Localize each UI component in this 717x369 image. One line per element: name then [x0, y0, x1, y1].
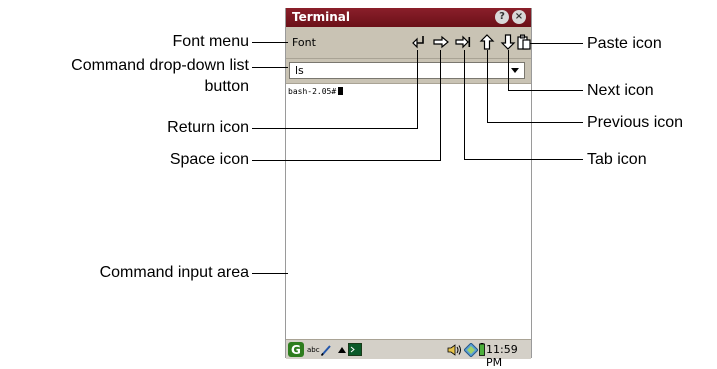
svg-text:G: G: [291, 343, 301, 357]
callout-line-return-v: [417, 50, 418, 129]
terminal-prompt: bash-2.05#: [288, 87, 344, 96]
callout-line-next-v: [508, 50, 509, 91]
command-dropdown-button[interactable]: [508, 64, 522, 78]
up-arrow-icon[interactable]: [338, 342, 346, 357]
space-icon[interactable]: [432, 33, 450, 51]
callout-line-next-h: [508, 90, 583, 91]
callout-line-font-menu: [252, 42, 288, 43]
callout-line-command-input-area: [252, 273, 288, 274]
toolbar: Font: [286, 27, 531, 59]
text-cursor: [338, 87, 344, 95]
command-bar: [286, 59, 531, 84]
callout-paste-icon: Paste icon: [587, 35, 662, 52]
terminal-app-icon[interactable]: [348, 342, 362, 357]
input-method-label: abc: [307, 345, 320, 354]
callout-line-space-h: [252, 160, 441, 161]
callout-next-icon: Next icon: [587, 82, 654, 99]
volume-icon[interactable]: [447, 342, 463, 357]
paste-icon[interactable]: [515, 33, 533, 51]
callout-previous-icon: Previous icon: [587, 114, 684, 131]
clock: 11:59 PM: [486, 343, 518, 369]
callout-command-dropdown-line2: button: [204, 78, 249, 95]
callout-line-tab-v: [464, 50, 465, 160]
callout-line-command-dropdown: [252, 67, 288, 68]
callout-line-return-h: [252, 128, 418, 129]
callout-command-dropdown-line1: Command drop-down list: [71, 57, 249, 74]
callout-line-tab-h: [464, 159, 583, 160]
callout-line-space-v: [440, 50, 441, 161]
battery-icon[interactable]: [479, 342, 485, 357]
tab-icon[interactable]: [454, 33, 472, 51]
chevron-down-icon: [511, 68, 519, 73]
taskbar: G abc 11:59 PM: [286, 339, 531, 369]
callout-font-menu: Font menu: [172, 33, 249, 50]
terminal-screen: Terminal ? × Font ls bash-2.05# G abc 11…: [285, 8, 532, 369]
callout-line-previous-v: [487, 50, 488, 123]
callout-line-paste: [530, 43, 583, 44]
pen-icon: [320, 344, 331, 356]
return-icon[interactable]: [410, 33, 428, 51]
previous-icon[interactable]: [478, 33, 496, 51]
network-icon[interactable]: [464, 342, 478, 357]
callout-return-icon: Return icon: [167, 119, 249, 136]
font-menu[interactable]: Font: [292, 36, 316, 49]
title-bar: Terminal ? ×: [286, 8, 531, 27]
window-title: Terminal: [292, 10, 351, 24]
close-icon[interactable]: ×: [512, 10, 526, 24]
callout-line-previous-h: [487, 122, 583, 123]
callout-command-input-area: Command input area: [99, 264, 249, 281]
callout-tab-icon: Tab icon: [587, 151, 647, 168]
prompt-text: bash-2.05#: [288, 87, 337, 96]
command-input[interactable]: [289, 62, 525, 79]
start-icon[interactable]: G: [288, 342, 304, 357]
help-icon[interactable]: ?: [495, 10, 509, 24]
callout-space-icon: Space icon: [169, 151, 249, 168]
input-method[interactable]: abc: [307, 342, 332, 357]
